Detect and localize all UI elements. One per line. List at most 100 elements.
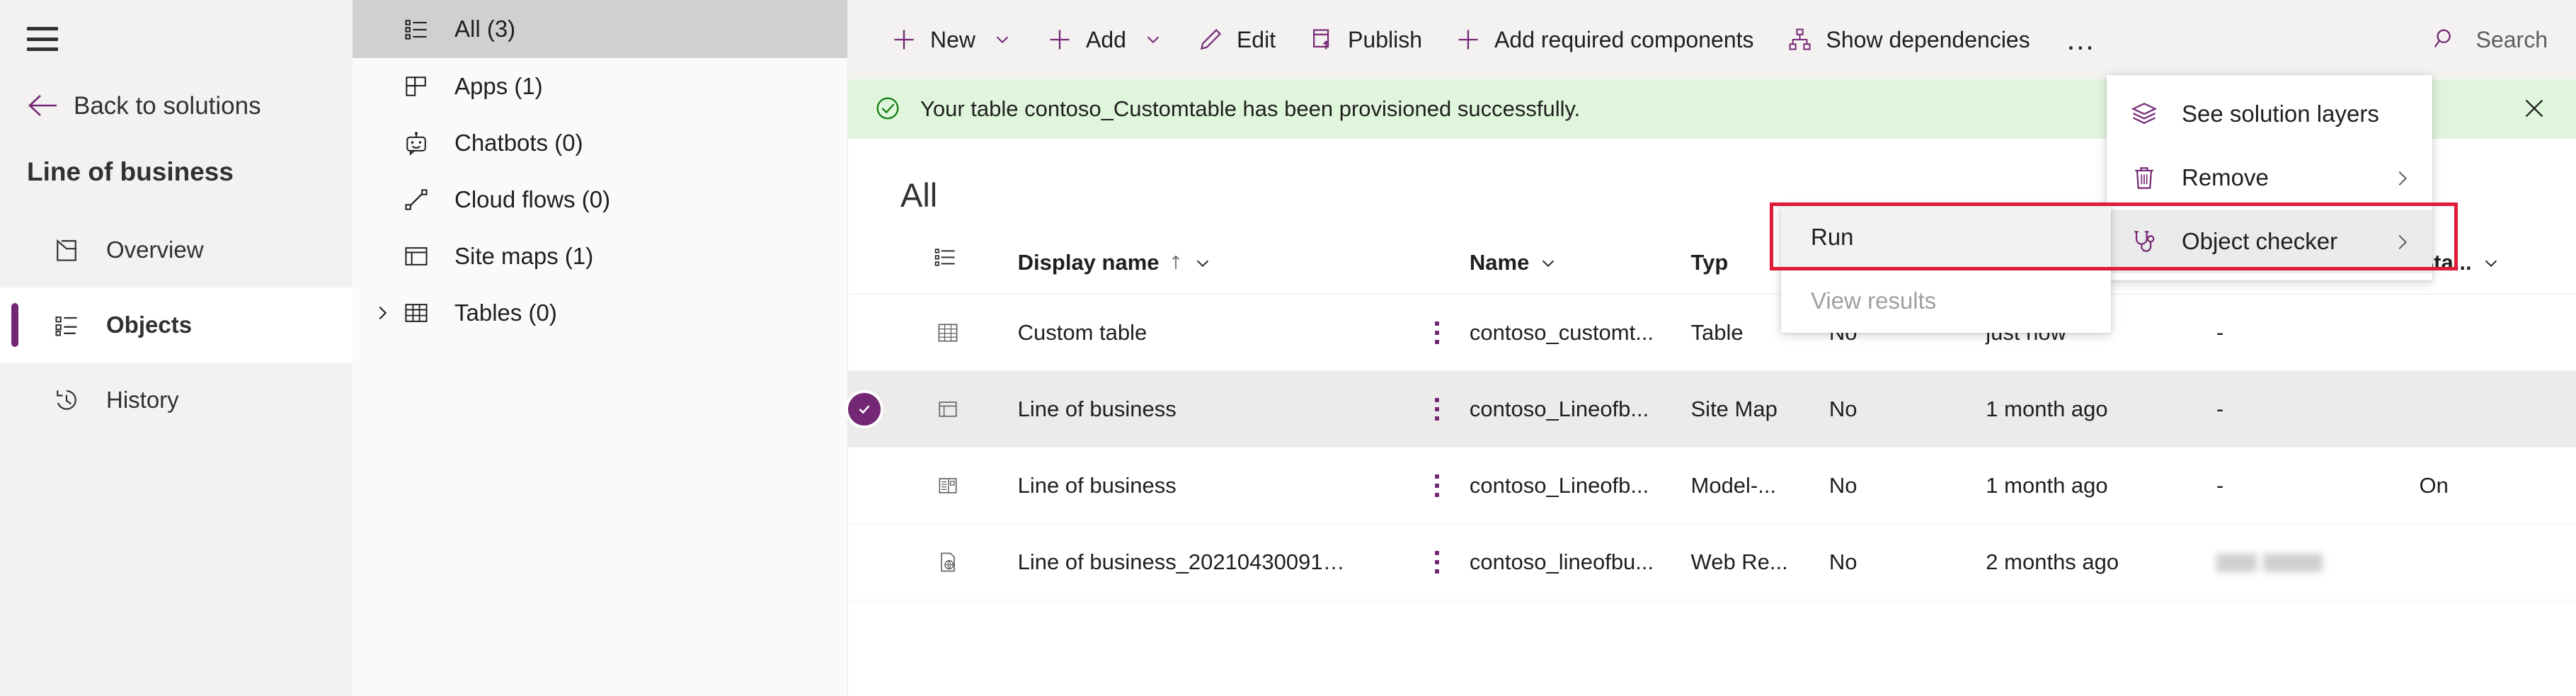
- plus-icon: [889, 25, 919, 55]
- sidebar-item-objects[interactable]: Objects: [0, 287, 353, 363]
- row-display-name-text: Line of business_20210430091…: [1018, 549, 1405, 575]
- show-dependencies-button[interactable]: Show dependencies: [1770, 0, 2046, 79]
- row-select-cell[interactable]: [848, 371, 933, 447]
- new-button-label: New: [930, 27, 975, 53]
- row-name: contoso_customt...: [1470, 295, 1691, 371]
- more-vertical-icon[interactable]: [1405, 551, 1470, 574]
- menu-item-remove[interactable]: Remove: [2107, 146, 2432, 210]
- list-view-icon: [933, 244, 958, 275]
- back-to-solutions-link[interactable]: Back to solutions: [27, 91, 261, 120]
- search-icon: [2432, 25, 2461, 54]
- stethoscope-icon: [2128, 225, 2160, 258]
- tree-item-apps[interactable]: Apps (1): [353, 58, 847, 115]
- chevron-down-icon[interactable]: [992, 29, 1014, 50]
- show-dependencies-label: Show dependencies: [1826, 27, 2030, 53]
- sidebar-item-overview[interactable]: Overview: [0, 212, 353, 287]
- add-button[interactable]: Add: [1029, 0, 1180, 79]
- menu-item-object-checker[interactable]: Object checker: [2107, 210, 2432, 273]
- select-all-header[interactable]: [848, 244, 933, 295]
- publish-button[interactable]: Publish: [1291, 0, 1438, 79]
- close-icon[interactable]: [2519, 93, 2551, 125]
- chatbot-icon: [401, 127, 432, 159]
- sort-ascending-icon: [1169, 252, 1184, 273]
- column-header-display-name[interactable]: Display name: [1018, 244, 1470, 295]
- row-status: [2419, 371, 2576, 447]
- more-vertical-icon[interactable]: [1405, 474, 1470, 497]
- table-row[interactable]: Custom table contoso_customt... Table No…: [848, 295, 2576, 371]
- add-button-label: Add: [1086, 27, 1126, 53]
- chevron-right-icon: [2393, 231, 2414, 252]
- search-input[interactable]: Search: [2411, 0, 2576, 79]
- row-modified: 2 months ago: [1986, 524, 2216, 600]
- menu-item-label: See solution layers: [2182, 101, 2379, 127]
- row-owner: -: [2216, 447, 2420, 524]
- chevron-down-icon[interactable]: [1539, 253, 1559, 273]
- table-grid-icon: [401, 297, 432, 329]
- row-more-actions[interactable]: [1405, 524, 1470, 600]
- row-type: Model-...: [1691, 447, 1829, 524]
- left-navigation-rail: Back to solutions Line of business Overv…: [0, 0, 353, 696]
- row-managed: No: [1829, 447, 1986, 524]
- row-select-cell[interactable]: [848, 447, 933, 524]
- submenu-item-run[interactable]: Run: [1781, 205, 2111, 269]
- more-vertical-icon[interactable]: [1405, 321, 1470, 344]
- row-display-name: Line of business_20210430091…: [1018, 524, 1405, 600]
- table-row[interactable]: Line of business contoso_Lineofb... Site…: [848, 371, 2576, 447]
- row-select-cell[interactable]: [848, 524, 933, 600]
- row-icon-cell: [933, 371, 1018, 447]
- chevron-right-icon: [2393, 167, 2414, 188]
- menu-item-see-solution-layers[interactable]: See solution layers: [2107, 82, 2432, 146]
- tree-item-cloud-flows[interactable]: Cloud flows (0): [353, 171, 847, 228]
- objects-list-icon: [51, 309, 82, 341]
- tree-item-site-maps[interactable]: Site maps (1): [353, 228, 847, 285]
- tree-item-tables[interactable]: Tables (0): [353, 285, 847, 341]
- more-commands-context-menu: See solution layers Remove: [2107, 75, 2432, 280]
- row-display-name: Line of business: [1018, 371, 1405, 447]
- row-name: contoso_Lineofb...: [1470, 371, 1691, 447]
- tree-item-chatbots[interactable]: Chatbots (0): [353, 115, 847, 171]
- sitemap-row-icon: [933, 394, 963, 424]
- publish-icon: [1307, 25, 1336, 55]
- column-header-label: Typ: [1691, 250, 1729, 275]
- model-app-icon: [933, 471, 963, 501]
- column-header-label: Name: [1470, 250, 1529, 275]
- row-modified: 1 month ago: [1986, 371, 2216, 447]
- row-more-actions[interactable]: [1405, 295, 1470, 371]
- row-select-cell[interactable]: [848, 295, 933, 371]
- tree-item-label: Apps (1): [454, 73, 543, 100]
- plus-icon: [1045, 25, 1075, 55]
- tree-item-all[interactable]: All (3): [353, 0, 847, 58]
- new-button[interactable]: New: [874, 0, 1029, 79]
- sidebar-item-label: History: [106, 387, 179, 413]
- search-placeholder: Search: [2476, 27, 2548, 53]
- chevron-right-icon[interactable]: [365, 303, 401, 323]
- row-status: [2419, 295, 2576, 371]
- column-header-name[interactable]: Name: [1470, 244, 1691, 295]
- add-required-components-button[interactable]: Add required components: [1438, 0, 1769, 79]
- submenu-item-view-results: View results: [1781, 269, 2111, 333]
- tree-item-label: All (3): [454, 16, 515, 42]
- table-row[interactable]: Line of business_20210430091… contoso_li…: [848, 524, 2576, 600]
- hamburger-icon[interactable]: [27, 27, 58, 51]
- sidebar-item-history[interactable]: History: [0, 363, 353, 438]
- more-vertical-icon[interactable]: [1405, 398, 1470, 421]
- redacted-owner-name: [2216, 554, 2323, 572]
- chevron-down-icon[interactable]: [2482, 253, 2502, 273]
- more-commands-button[interactable]: …: [2046, 29, 2117, 50]
- publish-button-label: Publish: [1348, 27, 1422, 53]
- column-header-status[interactable]: Sta...: [2419, 244, 2576, 295]
- row-more-actions[interactable]: [1405, 447, 1470, 524]
- row-selected-check-icon[interactable]: [848, 393, 881, 426]
- chevron-down-icon[interactable]: [1143, 29, 1164, 50]
- trash-icon: [2128, 161, 2160, 194]
- tree-item-label: Cloud flows (0): [454, 186, 610, 213]
- chevron-down-icon[interactable]: [1193, 253, 1213, 273]
- row-more-actions[interactable]: [1405, 371, 1470, 447]
- sidebar-item-label: Overview: [106, 236, 204, 263]
- page-title: Line of business: [27, 157, 234, 187]
- row-icon-cell: [933, 295, 1018, 371]
- edit-button[interactable]: Edit: [1180, 0, 1291, 79]
- web-resource-icon: [933, 547, 963, 577]
- table-row[interactable]: Line of business contoso_Lineofb... Mode…: [848, 447, 2576, 524]
- icon-column-header[interactable]: [933, 244, 1018, 295]
